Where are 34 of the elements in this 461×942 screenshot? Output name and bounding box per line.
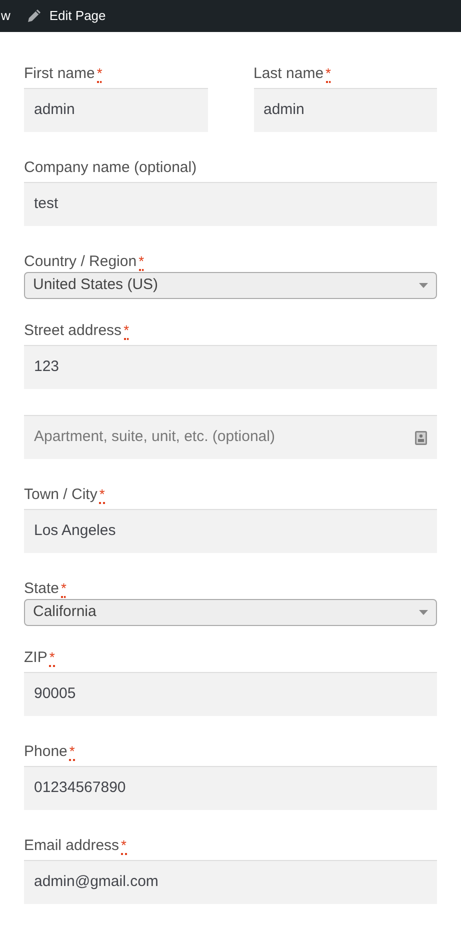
input-field[interactable]: Los Angeles (24, 509, 437, 553)
field-label: Phone (24, 742, 68, 762)
edit-page-link[interactable]: Edit Page (26, 6, 106, 26)
select-dropdown[interactable]: California (24, 599, 437, 626)
select-dropdown[interactable]: United States (US) (24, 272, 437, 299)
input-field[interactable]: test (24, 182, 437, 226)
required-mark: * (69, 743, 75, 761)
field-label: Country / Region (24, 252, 137, 272)
field-label: State (24, 579, 60, 599)
required-mark: * (326, 65, 331, 83)
required-mark: * (96, 65, 102, 83)
contact-card-icon[interactable] (415, 430, 427, 444)
caret-icon (419, 610, 428, 615)
input-field[interactable]: admin (24, 88, 208, 132)
caret-icon (419, 283, 428, 288)
required-mark: * (49, 649, 55, 667)
input-field[interactable]: 123 (24, 345, 437, 389)
required-mark: * (121, 837, 126, 855)
input-field[interactable]: 90005 (24, 672, 437, 716)
input-field[interactable]: admin (254, 88, 437, 132)
field-label: Town / City (24, 485, 98, 505)
field-label: First name (24, 64, 95, 84)
field-label: Email address (24, 836, 120, 856)
field-label: ZIP (24, 648, 48, 668)
required-mark: * (99, 486, 105, 504)
field-label: Company name (optional) (24, 158, 197, 178)
required-mark: * (124, 322, 130, 340)
toolbar-link[interactable]: w (1, 6, 10, 26)
input-field[interactable]: 01234567890 (24, 766, 437, 810)
input-field[interactable]: Apartment, suite, unit, etc. (optional) (24, 415, 437, 459)
field-label: Street address (24, 321, 122, 341)
input-field[interactable]: admin@gmail.com (24, 860, 437, 904)
field-label: Last name (254, 64, 324, 84)
pencil-icon (26, 8, 42, 24)
